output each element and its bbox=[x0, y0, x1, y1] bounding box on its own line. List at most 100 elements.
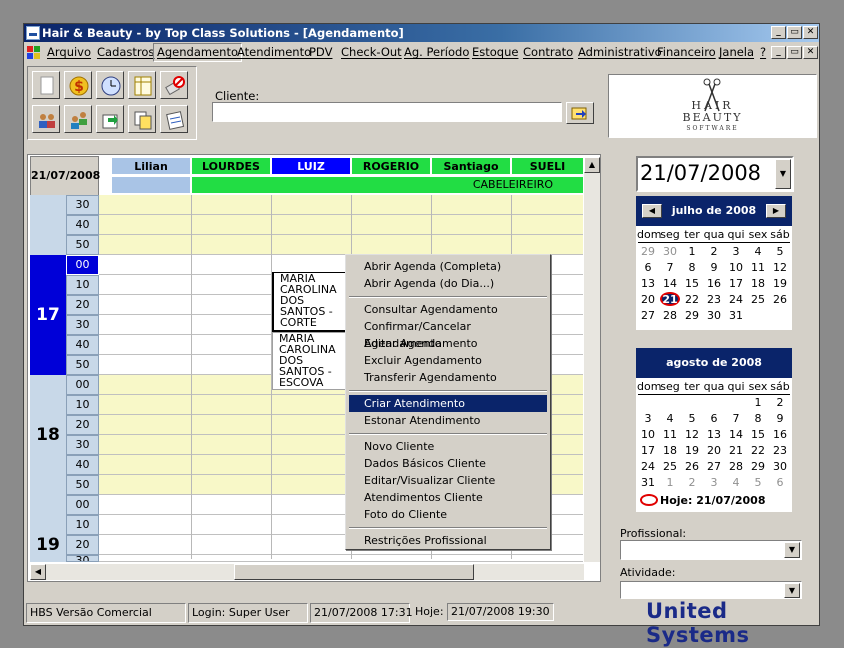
ctx-confirmar-cancelar-agendamento[interactable]: Confirmar/Cancelar Agendamento bbox=[349, 318, 547, 350]
transfer-button[interactable] bbox=[96, 105, 124, 133]
title-bar[interactable]: Hair & Beauty - by Top Class Solutions -… bbox=[24, 24, 819, 42]
menu-financeiro[interactable]: Financeiro bbox=[657, 43, 716, 62]
scroll-up-button[interactable]: ▲ bbox=[584, 157, 600, 173]
time-17-20[interactable]: 20 bbox=[66, 295, 99, 315]
minimize-button[interactable]: _ bbox=[771, 26, 786, 39]
calendar-august-day[interactable]: 6 bbox=[769, 476, 791, 489]
date-picker-dropdown-button[interactable]: ▼ bbox=[775, 159, 791, 189]
time-17-40[interactable]: 40 bbox=[66, 335, 99, 355]
column-header-sueli[interactable]: SUELI bbox=[511, 157, 584, 175]
time-17-00[interactable]: 00 bbox=[66, 255, 99, 275]
calendar-july-day[interactable]: 11 bbox=[747, 261, 769, 274]
menu-janela[interactable]: Janela bbox=[719, 43, 754, 62]
calendar-august-day[interactable]: 3 bbox=[703, 476, 725, 489]
menu-contrato[interactable]: Contrato bbox=[523, 43, 573, 62]
menu-check-out[interactable]: Check-Out bbox=[341, 43, 402, 62]
maximize-button[interactable]: ▭ bbox=[787, 26, 802, 39]
menu-estoque[interactable]: Estoque bbox=[472, 43, 518, 62]
time-18-20[interactable]: 20 bbox=[66, 415, 99, 435]
profissional-select[interactable]: ▼ bbox=[620, 540, 802, 560]
scroll-left-button[interactable]: ◀ bbox=[30, 564, 46, 580]
calendar-august-day[interactable]: 21 bbox=[725, 444, 747, 457]
calendar-august-day[interactable]: 2 bbox=[769, 396, 791, 409]
menu-pdv[interactable]: PDV bbox=[309, 43, 332, 62]
calendar-august-day[interactable]: 14 bbox=[725, 428, 747, 441]
calendar-august-day[interactable]: 29 bbox=[747, 460, 769, 473]
time-17-10[interactable]: 10 bbox=[66, 275, 99, 295]
calendar-august-day[interactable]: 26 bbox=[681, 460, 703, 473]
calendar-august-day[interactable]: 16 bbox=[769, 428, 791, 441]
atividade-select[interactable]: ▼ bbox=[620, 581, 802, 599]
calendar-july-day[interactable]: 4 bbox=[747, 245, 769, 258]
copy-button[interactable] bbox=[128, 105, 156, 133]
calendar-july-day[interactable]: 19 bbox=[769, 277, 791, 290]
cliente-input[interactable] bbox=[212, 102, 562, 122]
cliente-search-button[interactable] bbox=[566, 102, 594, 124]
mdi-restore-button[interactable]: ▭ bbox=[787, 46, 802, 59]
ctx-estonar-atendimento[interactable]: Estonar Atendimento bbox=[349, 412, 547, 429]
time-18-40[interactable]: 40 bbox=[66, 455, 99, 475]
ctx-excluir-agendamento[interactable]: Excluir Agendamento bbox=[349, 352, 547, 369]
calendar-july-day[interactable]: 27 bbox=[637, 309, 659, 322]
menu-help[interactable]: ? bbox=[760, 43, 766, 62]
calendar-july-day[interactable]: 5 bbox=[769, 245, 791, 258]
calendar-august-day[interactable]: 30 bbox=[769, 460, 791, 473]
table-button[interactable] bbox=[128, 71, 156, 99]
chevron-down-icon[interactable]: ▼ bbox=[784, 583, 800, 598]
today-label[interactable]: Hoje: 21/07/2008 bbox=[660, 494, 766, 507]
calendar-august-day[interactable]: 6 bbox=[703, 412, 725, 425]
calendar-july-day[interactable]: 31 bbox=[725, 309, 747, 322]
calendar-august-day[interactable]: 15 bbox=[747, 428, 769, 441]
time-16-30[interactable]: 30 bbox=[66, 195, 99, 215]
calendar-july-day[interactable]: 28 bbox=[659, 309, 681, 322]
new-document-button[interactable] bbox=[32, 71, 60, 99]
calendar-august-day[interactable]: 8 bbox=[747, 412, 769, 425]
calendar-august-day[interactable]: 2 bbox=[681, 476, 703, 489]
calendar-july-day[interactable]: 15 bbox=[681, 277, 703, 290]
menu-arquivo[interactable]: Arquivo bbox=[47, 43, 91, 62]
ctx-consultar-agendamento[interactable]: Consultar Agendamento bbox=[349, 301, 547, 318]
menu-agendamento[interactable]: Agendamento bbox=[153, 43, 242, 62]
scroll-thumb[interactable] bbox=[234, 564, 474, 580]
calendar-july-day[interactable]: 13 bbox=[637, 277, 659, 290]
time-18-00[interactable]: 00 bbox=[66, 375, 99, 395]
column-header-rogerio[interactable]: ROGERIO bbox=[351, 157, 431, 175]
close-button[interactable]: ✕ bbox=[803, 26, 818, 39]
calendar-august-day[interactable]: 5 bbox=[747, 476, 769, 489]
appointment-escova[interactable]: MARIA CAROLINA DOS SANTOS - ESCOVA bbox=[272, 332, 350, 390]
column-header-luiz[interactable]: LUIZ bbox=[271, 157, 351, 175]
time-19-30[interactable]: 30 bbox=[66, 555, 99, 562]
calendar-july-day[interactable]: 17 bbox=[725, 277, 747, 290]
time-17-30[interactable]: 30 bbox=[66, 315, 99, 335]
calendar-august-day[interactable]: 1 bbox=[659, 476, 681, 489]
calendar-august-day[interactable]: 1 bbox=[747, 396, 769, 409]
calendar-august-day[interactable]: 12 bbox=[681, 428, 703, 441]
calendar-july-day[interactable]: 7 bbox=[659, 261, 681, 274]
time-19-10[interactable]: 10 bbox=[66, 515, 99, 535]
calendar-july-day[interactable]: 8 bbox=[681, 261, 703, 274]
menu-administrativo[interactable]: Administrativo bbox=[578, 43, 662, 62]
time-18-10[interactable]: 10 bbox=[66, 395, 99, 415]
ctx-transferir-agendamento[interactable]: Transferir Agendamento bbox=[349, 369, 547, 386]
calendar-august-day[interactable]: 9 bbox=[769, 412, 791, 425]
calendar-july-day[interactable]: 12 bbox=[769, 261, 791, 274]
calendar-july-day[interactable]: 16 bbox=[703, 277, 725, 290]
calendar-august-day[interactable]: 27 bbox=[703, 460, 725, 473]
calendar-july-day[interactable]: 23 bbox=[703, 293, 725, 306]
calendar-august-day[interactable]: 18 bbox=[659, 444, 681, 457]
ctx-editar-visualizar-cliente[interactable]: Editar/Visualizar Cliente bbox=[349, 472, 547, 489]
calendar-july-day[interactable]: 22 bbox=[681, 293, 703, 306]
time-16-40[interactable]: 40 bbox=[66, 215, 99, 235]
calendar-august-day[interactable]: 10 bbox=[637, 428, 659, 441]
calendar-august-day[interactable]: 7 bbox=[725, 412, 747, 425]
chevron-down-icon[interactable]: ▼ bbox=[784, 542, 800, 558]
calendar-july-day[interactable]: 6 bbox=[637, 261, 659, 274]
calendar-july-day[interactable]: 30 bbox=[659, 245, 681, 258]
ctx-dados-basicos-cliente[interactable]: Dados Básicos Cliente bbox=[349, 455, 547, 472]
calendar-august-day[interactable]: 11 bbox=[659, 428, 681, 441]
menu-cadastros[interactable]: Cadastros bbox=[97, 43, 154, 62]
column-header-lourdes[interactable]: LOURDES bbox=[191, 157, 271, 175]
clock-button[interactable] bbox=[96, 71, 124, 99]
cash-button[interactable]: $ bbox=[64, 71, 92, 99]
ctx-criar-atendimento[interactable]: Criar Atendimento bbox=[349, 395, 547, 412]
